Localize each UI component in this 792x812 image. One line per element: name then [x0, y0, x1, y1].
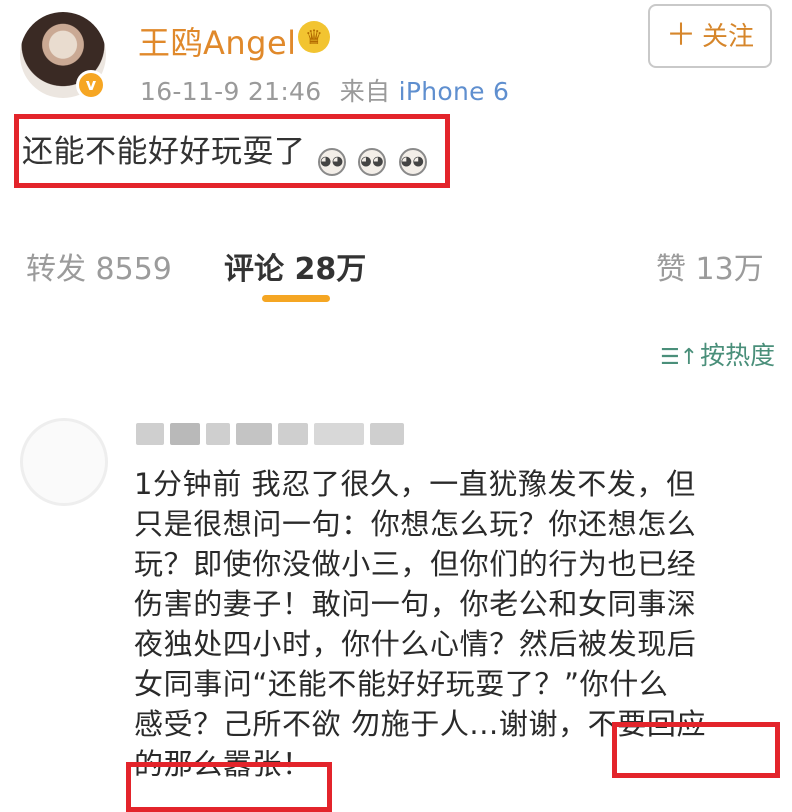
post-source-prefix: 来自	[339, 77, 391, 106]
commenter-avatar[interactable]	[20, 418, 108, 506]
repost-label: 转发	[26, 252, 86, 287]
comment-label: 评论	[224, 252, 284, 287]
comment-line: 玩？即使你没做小三，但你们的行为也已经	[134, 547, 697, 581]
plus-icon: ＋	[665, 18, 696, 53]
highlight-box-comment-1	[612, 722, 780, 778]
comment-line: 女同事问“还能不能好好玩耍了？”你什么	[134, 667, 669, 701]
post-username[interactable]: 王鸥Angel	[138, 18, 297, 64]
tab-repost[interactable]: 转发 8559	[26, 244, 172, 288]
sort-by-hot-button[interactable]: ☰↑按热度	[660, 336, 775, 372]
active-tab-indicator	[262, 295, 330, 302]
tab-like[interactable]: 赞 13万	[656, 244, 764, 288]
highlight-box-post	[14, 114, 450, 188]
comment-line: 伤害的妻子！敢问一句，你老公和女同事深	[134, 587, 697, 621]
follow-button[interactable]: ＋关注	[648, 4, 772, 68]
like-count: 13万	[695, 252, 764, 287]
sort-icon: ☰↑	[660, 345, 699, 370]
tab-comment[interactable]: 评论 28万	[224, 244, 366, 288]
commenter-name-blurred	[136, 423, 404, 447]
sort-label: 按热度	[700, 341, 776, 370]
repost-count: 8559	[95, 252, 172, 287]
highlight-box-comment-2	[126, 762, 332, 812]
comment-line: 夜独处四小时，你什么心情？然后被发现后	[134, 627, 697, 661]
like-label: 赞	[656, 252, 686, 287]
post-time: 16-11-9 21:46	[140, 77, 322, 106]
comment-count: 28万	[294, 252, 367, 287]
crown-icon: ♛	[298, 21, 330, 53]
post-meta: 16-11-9 21:46 来自 iPhone 6	[140, 72, 509, 108]
follow-label: 关注	[701, 22, 754, 52]
verified-badge-icon: v	[76, 70, 106, 100]
post-device[interactable]: iPhone 6	[399, 77, 510, 106]
comment-line: 1分钟前 我忍了很久，一直犹豫发不发，但	[134, 467, 696, 501]
comment-line: 只是很想问一句：你想怎么玩？你还想怎么	[134, 507, 697, 541]
